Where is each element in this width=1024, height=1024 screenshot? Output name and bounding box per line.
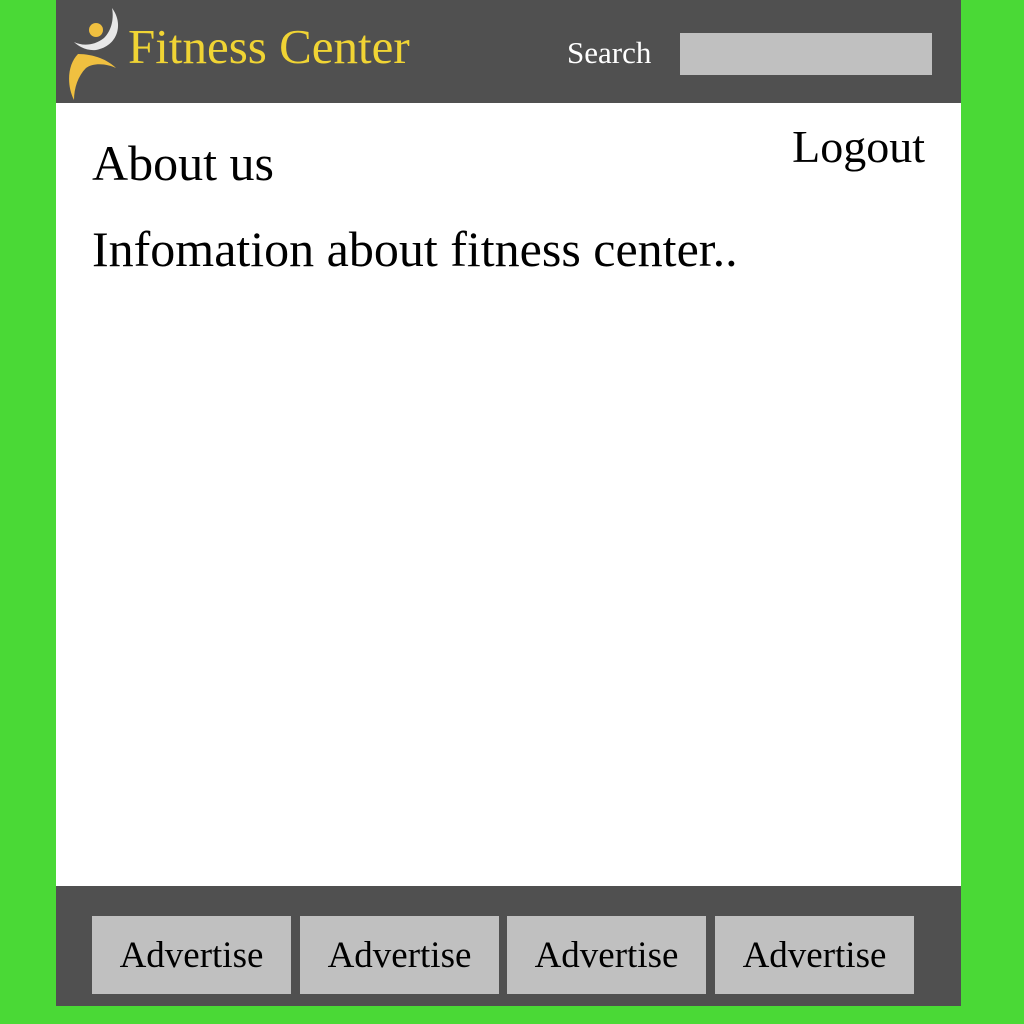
advertise-box-2[interactable]: Advertise (300, 916, 499, 994)
page-title: About us (92, 135, 274, 191)
footer: Advertise Advertise Advertise Advertise (56, 886, 961, 1006)
logout-link[interactable]: Logout (792, 124, 925, 170)
advertise-box-4[interactable]: Advertise (715, 916, 914, 994)
page: Fitness Center Search Logout About us In… (56, 0, 961, 1006)
advertise-box-1[interactable]: Advertise (92, 916, 291, 994)
search-input[interactable] (680, 33, 932, 75)
advertise-box-3[interactable]: Advertise (507, 916, 706, 994)
info-text: Infomation about fitness center.. (92, 221, 738, 277)
fitness-logo-icon (69, 8, 119, 100)
brand-title: Fitness Center (128, 19, 410, 74)
search-label: Search (567, 35, 652, 70)
header: Fitness Center Search (56, 0, 961, 103)
